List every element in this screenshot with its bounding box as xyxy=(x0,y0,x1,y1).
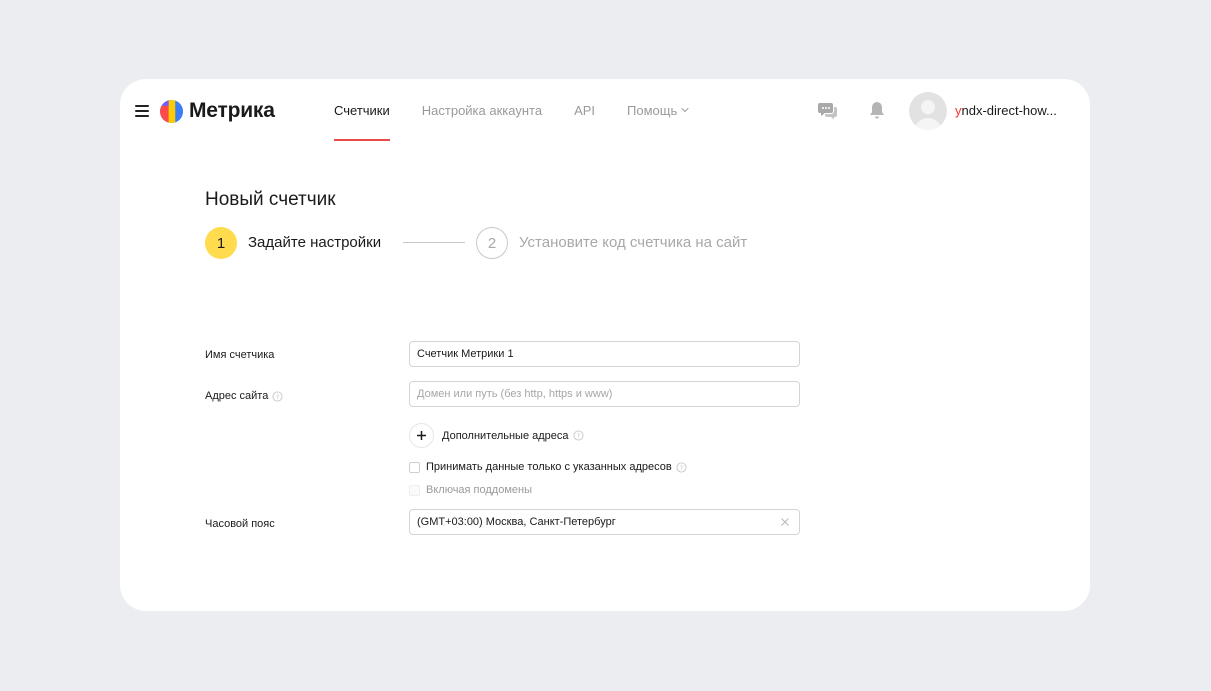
nav-tab-counters[interactable]: Счетчики xyxy=(334,79,390,141)
clear-icon[interactable] xyxy=(780,517,790,527)
step-2-label: Установите код счетчика на сайт xyxy=(519,234,748,251)
help-icon[interactable]: ? xyxy=(572,430,584,441)
username[interactable]: yndx-direct-how... xyxy=(955,103,1057,118)
metrika-logo-icon xyxy=(160,99,183,123)
username-rest: ndx-direct-how... xyxy=(961,103,1057,118)
help-icon[interactable]: ? xyxy=(676,461,687,473)
nav-tab-label: API xyxy=(574,102,596,118)
timezone-label: Часовой пояс xyxy=(205,518,275,530)
avatar[interactable] xyxy=(909,92,947,130)
main-card: Метрика Счетчики Настройка аккаунта API … xyxy=(120,79,1090,611)
step-connector xyxy=(403,242,465,243)
step-1-circle: 1 xyxy=(205,227,237,259)
additional-addresses-row: Дополнительные адреса ? xyxy=(409,423,584,448)
additional-addresses-link[interactable]: Дополнительные адреса ? xyxy=(442,430,584,442)
top-nav: Счетчики Настройка аккаунта API Помощь xyxy=(334,79,723,141)
nav-tab-label: Помощь xyxy=(627,102,678,118)
step-number: 2 xyxy=(487,234,497,252)
nav-tab-help[interactable]: Помощь xyxy=(627,79,691,141)
site-address-label: Адрес сайта ? xyxy=(205,390,283,402)
help-icon[interactable]: ? xyxy=(272,390,283,402)
timezone-select[interactable]: (GMT+03:00) Москва, Санкт-Петербург xyxy=(409,509,800,535)
counter-name-input[interactable] xyxy=(409,341,800,367)
subdomains-checkbox xyxy=(409,484,420,496)
chat-icon[interactable] xyxy=(817,99,839,121)
nav-tab-label: Настройка аккаунта xyxy=(421,102,543,118)
only-listed-row: Принимать данные только с указанных адре… xyxy=(409,461,687,473)
subdomains-row: Включая поддомены xyxy=(409,484,532,496)
timezone-value: (GMT+03:00) Москва, Санкт-Петербург xyxy=(417,516,616,528)
site-address-label-text: Адрес сайта xyxy=(205,390,269,402)
add-address-button[interactable] xyxy=(409,423,434,448)
site-address-input[interactable] xyxy=(409,381,800,407)
nav-tab-account-settings[interactable]: Настройка аккаунта xyxy=(422,79,542,141)
nav-tab-api[interactable]: API xyxy=(574,79,595,141)
subdomains-label: Включая поддомены xyxy=(426,484,533,496)
only-listed-checkbox[interactable] xyxy=(409,461,420,473)
page-title: Новый счетчик xyxy=(205,189,336,210)
step-2-circle: 2 xyxy=(476,227,508,259)
additional-addresses-text: Дополнительные адреса xyxy=(442,429,569,442)
svg-text:?: ? xyxy=(276,392,279,400)
plus-icon xyxy=(417,431,426,440)
counter-name-label-text: Имя счетчика xyxy=(205,349,275,361)
only-listed-text: Принимать данные только с указанных адре… xyxy=(426,461,672,473)
stepper: 1 Задайте настройки 2 Установите код сче… xyxy=(205,227,905,259)
logo[interactable]: Метрика xyxy=(160,99,275,123)
user-silhouette-icon xyxy=(915,100,941,130)
step-1-label: Задайте настройки xyxy=(248,234,382,251)
chevron-down-icon xyxy=(681,107,689,113)
svg-text:?: ? xyxy=(576,432,579,440)
nav-tab-label: Счетчики xyxy=(334,102,390,118)
logo-text: Метрика xyxy=(189,99,275,122)
step-number: 1 xyxy=(216,234,226,252)
svg-text:?: ? xyxy=(680,463,683,471)
menu-icon[interactable] xyxy=(135,105,149,117)
timezone-label-text: Часовой пояс xyxy=(205,518,275,530)
bell-icon[interactable] xyxy=(866,99,888,121)
only-listed-label: Принимать данные только с указанных адре… xyxy=(426,461,687,473)
counter-name-label: Имя счетчика xyxy=(205,349,274,361)
